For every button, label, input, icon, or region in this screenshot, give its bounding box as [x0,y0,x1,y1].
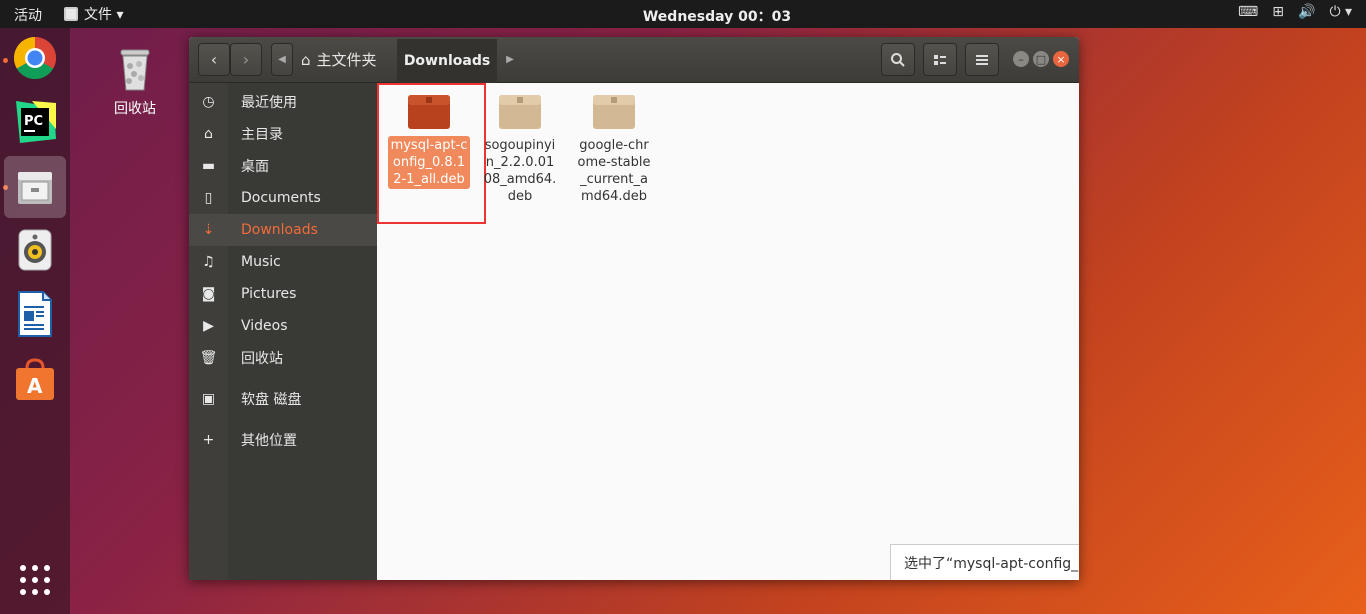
breadcrumb-home[interactable]: ⌂ 主文件夹 [293,43,397,76]
svg-text:PC: PC [24,114,43,129]
sidebar-item-pictures[interactable]: ◙ Pictures [189,278,377,310]
camera-icon: ◙ [201,286,216,302]
file-manager-window: ‹ › ◀ ⌂ 主文件夹 Downloads ▶ – □ × ◷ 最近使用 ⌂ … [189,37,1079,580]
file-name: mysql-apt-config_0.8.12-1_all.deb [388,136,470,189]
maximize-icon: □ [1035,52,1047,66]
sidebar-item-documents[interactable]: ▯ Documents [189,182,377,214]
sidebar-item-label: 最近使用 [241,95,297,111]
breadcrumb-scroll-right[interactable]: ▶ [499,43,521,76]
package-icon [593,95,635,129]
show-apps-icon[interactable] [9,554,61,606]
trash-icon: 🗑 [199,350,218,366]
sidebar-item-label: 其他位置 [241,433,297,449]
clock[interactable]: Wednesday 00：03 [0,6,1366,26]
minimize-button[interactable]: – [1013,51,1029,67]
volume-icon[interactable]: 🔊 [1298,4,1315,20]
running-indicator [3,58,8,63]
status-bar: 选中了“mysql-apt-config_0.8.12-1_all.deb” (… [890,544,1079,580]
sidebar-item-label: 软盘 磁盘 [241,392,302,408]
file-name: google-chrome-stable_current_amd64.deb [577,138,651,204]
folder-icon: ▬ [201,158,216,174]
package-icon [499,95,541,129]
sidebar-item-label: Pictures [241,286,297,302]
power-icon[interactable]: ⏻ ▾ [1329,4,1352,20]
minimize-icon: – [1018,52,1024,66]
search-button[interactable] [881,43,915,76]
software-center-icon[interactable]: A [9,354,61,406]
menu-button[interactable] [965,43,999,76]
sidebar-item-label: Videos [241,318,288,334]
system-tray[interactable]: ⌨ ⊞ 🔊 ⏻ ▾ [1238,4,1352,20]
app-menu[interactable]: 文件 ▾ [64,4,123,24]
sidebar-item-label: 桌面 [241,159,269,175]
sidebar-item-home[interactable]: ⌂ 主目录 [189,118,377,150]
files-icon[interactable] [4,156,66,218]
forward-button[interactable]: › [230,43,262,76]
close-icon: × [1056,52,1066,66]
file-item[interactable]: sogoupinyin_2.2.0.0108_amd64.deb [475,89,565,206]
hamburger-icon [976,54,988,65]
sidebar-item-other-locations[interactable]: + 其他位置 [189,424,377,456]
maximize-button[interactable]: □ [1033,51,1049,67]
rhythmbox-icon[interactable] [9,224,61,276]
plus-icon: + [202,432,215,448]
sidebar-item-label: Downloads [241,222,318,238]
breadcrumb-home-label: 主文件夹 [316,51,377,69]
home-icon: ⌂ [204,126,213,142]
chrome-icon[interactable] [9,32,61,84]
close-button[interactable]: × [1053,51,1069,67]
search-icon [891,52,905,67]
pycharm-icon[interactable]: PC [9,96,61,148]
svg-text:A: A [27,374,43,398]
desktop-trash-label: 回收站 [114,101,156,117]
music-icon: ♫ [202,254,215,270]
sidebar-item-label: 回收站 [241,351,283,367]
activities-button[interactable]: 活动 [14,5,42,25]
video-icon: ▶ [203,318,214,334]
desktop-trash[interactable]: 回收站 [100,46,170,118]
home-icon: ⌂ [301,50,311,69]
sidebar-item-label: 主目录 [241,127,283,143]
sidebar-item-trash[interactable]: 🗑 回收站 [189,342,377,374]
sidebar-item-label: Music [241,254,281,270]
file-view[interactable]: mysql-apt-config_0.8.12-1_all.deb sogoup… [377,83,1079,580]
list-view-icon [934,54,946,65]
file-item[interactable]: google-chrome-stable_current_amd64.deb [569,89,659,206]
download-icon: ⇣ [202,222,215,238]
document-icon: ▯ [204,190,213,206]
sidebar-item-videos[interactable]: ▶ Videos [189,310,377,342]
recent-icon: ◷ [202,94,215,110]
keyboard-icon[interactable]: ⌨ [1238,4,1258,20]
file-name: sogoupinyin_2.2.0.0108_amd64.deb [483,138,557,204]
dock: PC A [0,28,70,614]
chevron-right-icon: › [242,50,250,69]
package-icon [408,95,450,129]
files-app-icon [64,7,78,21]
sidebar: ◷ 最近使用 ⌂ 主目录 ▬ 桌面 ▯ Documents ⇣ Download… [189,83,377,580]
network-icon[interactable]: ⊞ [1272,4,1284,20]
header-bar: ‹ › ◀ ⌂ 主文件夹 Downloads ▶ – □ × [189,37,1079,83]
back-button[interactable]: ‹ [198,43,230,76]
sidebar-item-music[interactable]: ♫ Music [189,246,377,278]
sidebar-item-downloads[interactable]: ⇣ Downloads [189,214,377,246]
chevron-left-icon: ‹ [210,50,218,69]
sidebar-item-desktop[interactable]: ▬ 桌面 [189,150,377,182]
libreoffice-writer-icon[interactable] [9,288,61,340]
app-menu-label: 文件 ▾ [84,7,124,23]
breadcrumb-current[interactable]: Downloads [397,39,497,83]
drive-icon: ▣ [201,391,216,407]
view-mode-button[interactable] [923,43,957,76]
sidebar-item-recent[interactable]: ◷ 最近使用 [189,86,377,118]
top-bar: 活动 文件 ▾ Wednesday 00：03 ⌨ ⊞ 🔊 ⏻ ▾ [0,0,1366,28]
file-item[interactable]: mysql-apt-config_0.8.12-1_all.deb [384,89,474,189]
sidebar-item-floppy[interactable]: ▣ 软盘 磁盘 [189,383,377,415]
sidebar-item-label: Documents [241,190,321,206]
breadcrumb-scroll-left[interactable]: ◀ [271,43,293,76]
trash-icon [120,49,150,91]
